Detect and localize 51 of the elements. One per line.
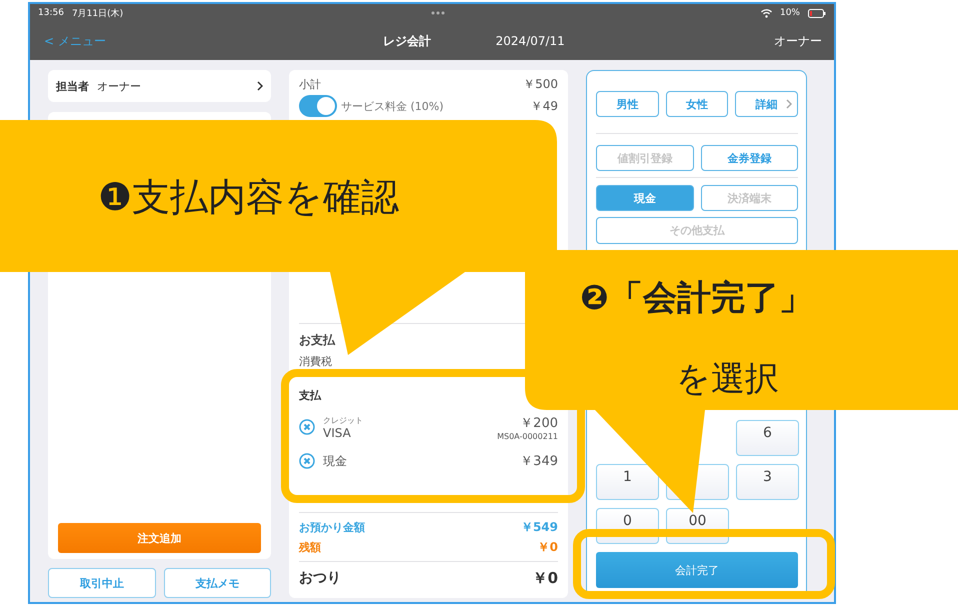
payment-amount: ￥349 [520, 453, 558, 470]
service-value: ￥49 [530, 98, 558, 114]
chevron-icon [786, 99, 792, 109]
status-time: 13:56 [38, 8, 64, 18]
other-payment-button[interactable]: その他支払 [596, 217, 798, 244]
discount-button[interactable]: 金券登録 [700, 145, 798, 171]
subtotal-label: 小計 [299, 76, 321, 92]
payment-method-tab[interactable]: 現金 [596, 185, 694, 211]
user-name: オーナー [773, 32, 822, 50]
battery-level: 10% [780, 8, 800, 18]
balance-value: ￥0 [538, 538, 558, 556]
keypad-key[interactable]: 1 [596, 464, 659, 500]
total-label: お支払 [299, 332, 335, 348]
screen-title: レジ会計 [382, 32, 432, 50]
keypad-key[interactable]: 6 [736, 420, 799, 456]
complete-payment-button[interactable]: 会計完了 [596, 552, 798, 588]
customer-button[interactable]: 男性 [596, 91, 659, 117]
chevron-icon [257, 81, 263, 91]
status-date: 7月11日(木) [72, 8, 124, 20]
change-label: おつり [299, 569, 341, 587]
callout-text: ❶支払内容を確認 [98, 174, 400, 221]
payment-name: 現金 [323, 452, 348, 470]
deposit-value: ￥549 [520, 518, 558, 536]
service-toggle[interactable] [299, 95, 337, 117]
remove-icon[interactable] [299, 419, 315, 435]
service-label: サービス料金 (10%) [341, 98, 444, 114]
keypad-key[interactable]: 3 [736, 464, 799, 500]
customer-button[interactable]: 詳細 [735, 91, 798, 117]
change-value: ￥0 [532, 568, 558, 588]
payments-title: 支払 [299, 388, 321, 402]
payment-amount: ￥200 [520, 414, 558, 432]
battery-icon [808, 8, 826, 18]
add-order-button[interactable]: 注文追加 [58, 523, 261, 553]
footer-button[interactable]: 取引中止 [48, 568, 156, 598]
callout-text: を選択 [676, 358, 779, 401]
deposit-label: お預かり金額 [299, 520, 365, 534]
balance-label: 残額 [299, 540, 321, 554]
customer-button[interactable]: 女性 [666, 91, 728, 117]
wifi-icon [760, 8, 772, 18]
subtotal-value: ￥500 [523, 76, 558, 92]
tax-label: 消費税 [299, 354, 332, 368]
payment-reference: MS0A-0000211 [497, 432, 558, 440]
nav-date: 2024/07/11 [494, 34, 566, 48]
callout-text: ❷「会計完了」 [580, 277, 813, 320]
payment-type: クレジット [323, 414, 364, 426]
staff-selector[interactable]: 担当者 オーナー [48, 70, 271, 102]
dots-icon [431, 11, 446, 15]
footer-button[interactable]: 支払メモ [164, 568, 271, 598]
back-link[interactable]: < メニュー [44, 32, 238, 50]
remove-icon[interactable] [299, 453, 315, 469]
payment-name: VISA [323, 426, 352, 440]
